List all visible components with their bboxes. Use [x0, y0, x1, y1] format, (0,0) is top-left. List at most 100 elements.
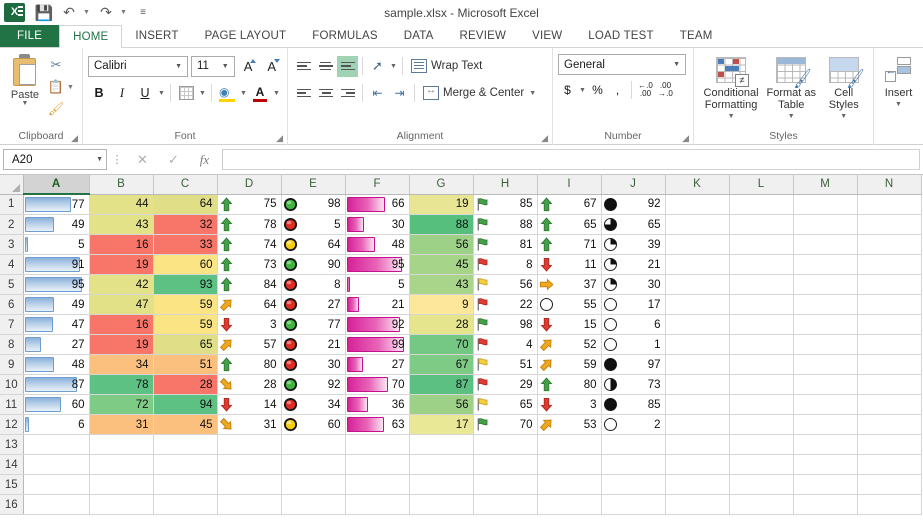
- cell-A3[interactable]: 5: [23, 235, 89, 255]
- customize-qat-icon[interactable]: ≡: [132, 2, 154, 23]
- cell-L2[interactable]: [729, 215, 793, 235]
- cell-D4[interactable]: 73: [217, 255, 281, 275]
- cell-K2[interactable]: [665, 215, 729, 235]
- column-header-l[interactable]: L: [729, 175, 793, 194]
- cell-D13[interactable]: [217, 435, 281, 455]
- cell-E3[interactable]: 64: [281, 235, 345, 255]
- cell-I4[interactable]: 11: [537, 255, 601, 275]
- cell-A7[interactable]: 47: [23, 315, 89, 335]
- cell-J10[interactable]: 73: [601, 375, 665, 395]
- column-header-d[interactable]: D: [217, 175, 281, 194]
- cell-C10[interactable]: 28: [153, 375, 217, 395]
- cell-B10[interactable]: 78: [89, 375, 153, 395]
- cell-I8[interactable]: 52: [537, 335, 601, 355]
- row-header-8[interactable]: 8: [0, 335, 23, 355]
- cell-G2[interactable]: 88: [409, 215, 473, 235]
- cell-L4[interactable]: [729, 255, 793, 275]
- column-header-j[interactable]: J: [601, 175, 665, 194]
- cell-K7[interactable]: [665, 315, 729, 335]
- cell-N15[interactable]: [857, 475, 921, 495]
- cell-H16[interactable]: [473, 495, 537, 515]
- cell-G8[interactable]: 70: [409, 335, 473, 355]
- confirm-edit-icon[interactable]: ✓: [158, 152, 189, 168]
- decrease-font-size-button[interactable]: A: [261, 55, 282, 77]
- cell-D9[interactable]: 80: [217, 355, 281, 375]
- cell-B7[interactable]: 16: [89, 315, 153, 335]
- cell-G6[interactable]: 9: [409, 295, 473, 315]
- cell-F12[interactable]: 63: [345, 415, 409, 435]
- cell-D10[interactable]: 28: [217, 375, 281, 395]
- decrease-indent-button[interactable]: ⇤: [367, 83, 388, 104]
- column-header-m[interactable]: M: [793, 175, 857, 194]
- cell-H14[interactable]: [473, 455, 537, 475]
- conditional-formatting-button[interactable]: ≠ Conditional Formatting ▼: [699, 50, 763, 130]
- insert-dropdown-icon[interactable]: ▼: [894, 99, 903, 111]
- cell-M11[interactable]: [793, 395, 857, 415]
- align-right-button[interactable]: [337, 83, 358, 104]
- cell-N11[interactable]: [857, 395, 921, 415]
- row-header-15[interactable]: 15: [0, 475, 23, 495]
- bold-button[interactable]: B: [88, 82, 110, 104]
- cell-I12[interactable]: 53: [537, 415, 601, 435]
- row-header-3[interactable]: 3: [0, 235, 23, 255]
- cell-C3[interactable]: 33: [153, 235, 217, 255]
- paste-dropdown-icon[interactable]: ▼: [22, 101, 29, 107]
- increase-indent-button[interactable]: ⇥: [389, 83, 410, 104]
- cell-N3[interactable]: [857, 235, 921, 255]
- cell-A4[interactable]: 91: [23, 255, 89, 275]
- redo-dropdown-icon[interactable]: ▼: [120, 9, 129, 16]
- italic-button[interactable]: I: [111, 82, 133, 104]
- cell-E6[interactable]: 27: [281, 295, 345, 315]
- cell-F9[interactable]: 27: [345, 355, 409, 375]
- font-family-chevron-down-icon[interactable]: ▼: [172, 63, 185, 70]
- row-header-6[interactable]: 6: [0, 295, 23, 315]
- cell-D16[interactable]: [217, 495, 281, 515]
- cell-C5[interactable]: 93: [153, 275, 217, 295]
- cell-J3[interactable]: 39: [601, 235, 665, 255]
- cell-B3[interactable]: 16: [89, 235, 153, 255]
- cell-E7[interactable]: 77: [281, 315, 345, 335]
- align-middle-button[interactable]: [315, 56, 336, 77]
- tab-home[interactable]: HOME: [59, 25, 122, 48]
- cell-M3[interactable]: [793, 235, 857, 255]
- cell-I15[interactable]: [537, 475, 601, 495]
- cell-K4[interactable]: [665, 255, 729, 275]
- align-top-button[interactable]: [293, 56, 314, 77]
- cell-J15[interactable]: [601, 475, 665, 495]
- cell-A12[interactable]: 6: [23, 415, 89, 435]
- cell-E2[interactable]: 5: [281, 215, 345, 235]
- clipboard-dialog-launcher-icon[interactable]: ◢: [71, 133, 78, 144]
- cell-K3[interactable]: [665, 235, 729, 255]
- row-header-1[interactable]: 1: [0, 194, 23, 215]
- tab-insert[interactable]: INSERT: [122, 25, 191, 47]
- cell-M7[interactable]: [793, 315, 857, 335]
- cell-D15[interactable]: [217, 475, 281, 495]
- cell-F2[interactable]: 30: [345, 215, 409, 235]
- insert-button[interactable]: ← Insert ▼: [879, 50, 918, 130]
- cell-L12[interactable]: [729, 415, 793, 435]
- cell-F1[interactable]: 66: [345, 194, 409, 215]
- select-all-corner-button[interactable]: [0, 175, 23, 194]
- cell-A10[interactable]: 87: [23, 375, 89, 395]
- alignment-dialog-launcher-icon[interactable]: ◢: [541, 133, 548, 144]
- cell-H5[interactable]: 56: [473, 275, 537, 295]
- cell-G10[interactable]: 87: [409, 375, 473, 395]
- cell-N9[interactable]: [857, 355, 921, 375]
- cell-M8[interactable]: [793, 335, 857, 355]
- increase-font-size-button[interactable]: A: [238, 55, 259, 77]
- cell-L13[interactable]: [729, 435, 793, 455]
- cell-D5[interactable]: 84: [217, 275, 281, 295]
- font-size-combo[interactable]: 11 ▼: [191, 56, 235, 77]
- worksheet-grid[interactable]: ABCDEFGHIJKLMN 1774464759866198567922494…: [0, 175, 923, 520]
- cell-A8[interactable]: 27: [23, 335, 89, 355]
- cell-G16[interactable]: [409, 495, 473, 515]
- cell-styles-button[interactable]: 🖌 Cell Styles ▼: [819, 50, 868, 130]
- tab-team[interactable]: TEAM: [667, 25, 726, 47]
- tab-formulas[interactable]: FORMULAS: [299, 25, 391, 47]
- cell-M4[interactable]: [793, 255, 857, 275]
- cell-L1[interactable]: [729, 194, 793, 215]
- column-header-k[interactable]: K: [665, 175, 729, 194]
- cell-K12[interactable]: [665, 415, 729, 435]
- cell-E14[interactable]: [281, 455, 345, 475]
- cell-H11[interactable]: 65: [473, 395, 537, 415]
